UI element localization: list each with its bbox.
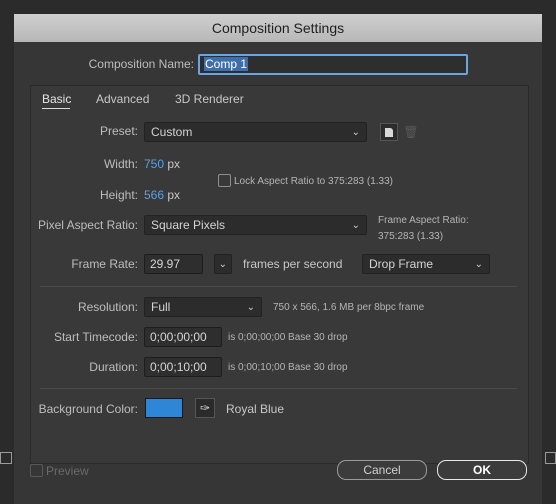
drop-frame-value: Drop Frame [369, 257, 434, 271]
comp-name-value: Comp 1 [204, 57, 249, 71]
frame-aspect-value: 375:283 (1.33) [378, 231, 444, 242]
frame-rate-label: Frame Rate: [71, 257, 138, 271]
duration-value: 0;00;10;00 [150, 360, 207, 374]
width-unit: px [167, 157, 181, 171]
duration-input[interactable]: 0;00;10;00 [144, 357, 222, 377]
grid-icon[interactable] [545, 452, 556, 464]
tab-advanced[interactable]: Advanced [96, 92, 149, 106]
frame-rate-value: 29.97 [150, 257, 181, 271]
trash-icon[interactable]: 🗑 [403, 123, 419, 141]
preview-label: Preview [46, 464, 89, 478]
save-preset-icon[interactable] [380, 123, 398, 141]
height-field[interactable]: 566 px [144, 188, 180, 202]
chevron-down-icon: ⌄ [351, 127, 360, 138]
start-timecode-label: Start Timecode: [53, 330, 138, 344]
duration-label: Duration: [89, 360, 138, 374]
preview-checkbox[interactable] [30, 464, 43, 477]
start-timecode-input[interactable]: 0;00;00;00 [144, 327, 222, 347]
chevron-down-icon: ⌄ [474, 259, 483, 270]
start-timecode-info: is 0;00;00;00 Base 30 drop [228, 332, 348, 343]
divider [40, 286, 517, 287]
preset-label: Preset: [99, 124, 138, 138]
tab-basic-underline [42, 108, 70, 109]
height-label: Height: [99, 188, 138, 202]
width-field[interactable]: 750 px [144, 157, 180, 171]
ok-label: OK [473, 463, 491, 477]
chevron-down-icon: ⌄ [246, 302, 255, 313]
background-color-swatch[interactable] [145, 398, 183, 418]
lock-aspect-label: Lock Aspect Ratio to 375:283 (1.33) [234, 176, 393, 187]
chevron-down-icon: ⌄ [351, 220, 360, 231]
start-timecode-value: 0;00;00;00 [150, 330, 207, 344]
height-value: 566 [144, 188, 165, 202]
resolution-value: Full [151, 300, 171, 314]
ok-button[interactable]: OK [437, 460, 527, 480]
resolution-label: Resolution: [77, 300, 138, 314]
pixel-aspect-value: Square Pixels [151, 218, 226, 232]
chevron-down-icon: ⌄ [218, 259, 227, 270]
frame-rate-unit: frames per second [243, 257, 343, 271]
eyedropper-icon[interactable]: ✑ [195, 398, 215, 418]
dialog-titlebar: Composition Settings [14, 14, 542, 42]
pixel-aspect-label: Pixel Aspect Ratio: [37, 218, 138, 232]
comp-name-input[interactable]: Comp 1 [198, 54, 468, 75]
width-value: 750 [144, 157, 165, 171]
cancel-label: Cancel [363, 463, 401, 477]
width-label: Width: [103, 157, 138, 171]
lock-aspect-checkbox[interactable] [218, 174, 231, 187]
duration-info: is 0;00;10;00 Base 30 drop [228, 362, 348, 373]
preset-value: Custom [151, 125, 193, 139]
frame-rate-input[interactable]: 29.97 [144, 254, 203, 274]
frame-rate-dropdown[interactable]: ⌄ [214, 254, 232, 274]
background-color-name: Royal Blue [226, 402, 285, 416]
divider [40, 388, 517, 389]
drop-frame-dropdown[interactable]: Drop Frame ⌄ [362, 254, 490, 274]
grid-icon[interactable] [0, 452, 12, 464]
tab-basic-label: Basic [42, 92, 72, 106]
tab-basic[interactable]: Basic [42, 92, 71, 106]
tab-advanced-label: Advanced [96, 92, 150, 106]
comp-name-label: Composition Name: [88, 57, 194, 71]
dialog-title: Composition Settings [211, 20, 345, 36]
preset-dropdown[interactable]: Custom ⌄ [144, 122, 367, 142]
tab-3d-renderer[interactable]: 3D Renderer [175, 92, 244, 106]
pixel-aspect-dropdown[interactable]: Square Pixels ⌄ [144, 215, 367, 235]
composition-settings-dialog: Composition Settings Composition Name: C… [14, 14, 542, 504]
resolution-info: 750 x 566, 1.6 MB per 8bpc frame [273, 302, 425, 313]
frame-aspect-label: Frame Aspect Ratio: [378, 215, 469, 226]
cancel-button[interactable]: Cancel [337, 460, 427, 480]
tab-3d-renderer-label: 3D Renderer [175, 92, 244, 106]
background-color-label: Background Color: [38, 402, 138, 416]
height-unit: px [167, 188, 181, 202]
resolution-dropdown[interactable]: Full ⌄ [144, 297, 262, 317]
